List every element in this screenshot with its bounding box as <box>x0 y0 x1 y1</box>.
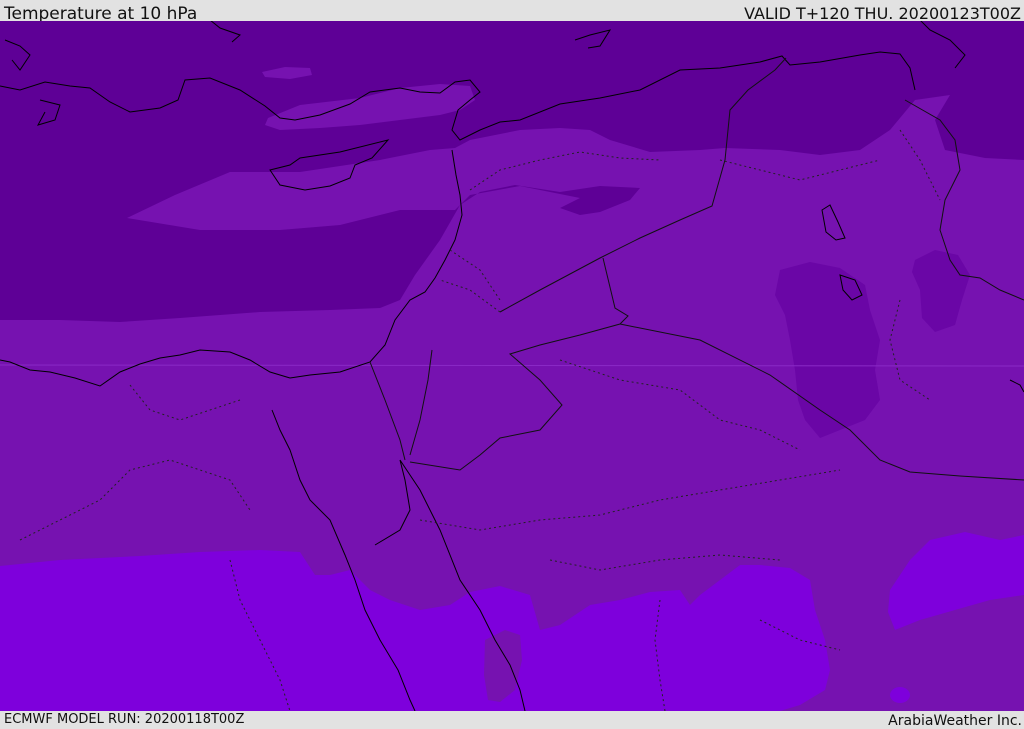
bottom-bar: ECMWF MODEL RUN: 20200118T00Z ArabiaWeat… <box>0 711 1024 729</box>
temperature-map[interactable] <box>0 21 1024 711</box>
credit-label: ArabiaWeather Inc. <box>888 713 1022 729</box>
top-bar: Temperature at 10 hPa VALID T+120 THU. 2… <box>0 0 1024 24</box>
map-area[interactable] <box>0 21 1024 711</box>
model-run-label: ECMWF MODEL RUN: 20200118T00Z <box>4 712 245 727</box>
temperature-band-warm-spot <box>890 687 910 703</box>
